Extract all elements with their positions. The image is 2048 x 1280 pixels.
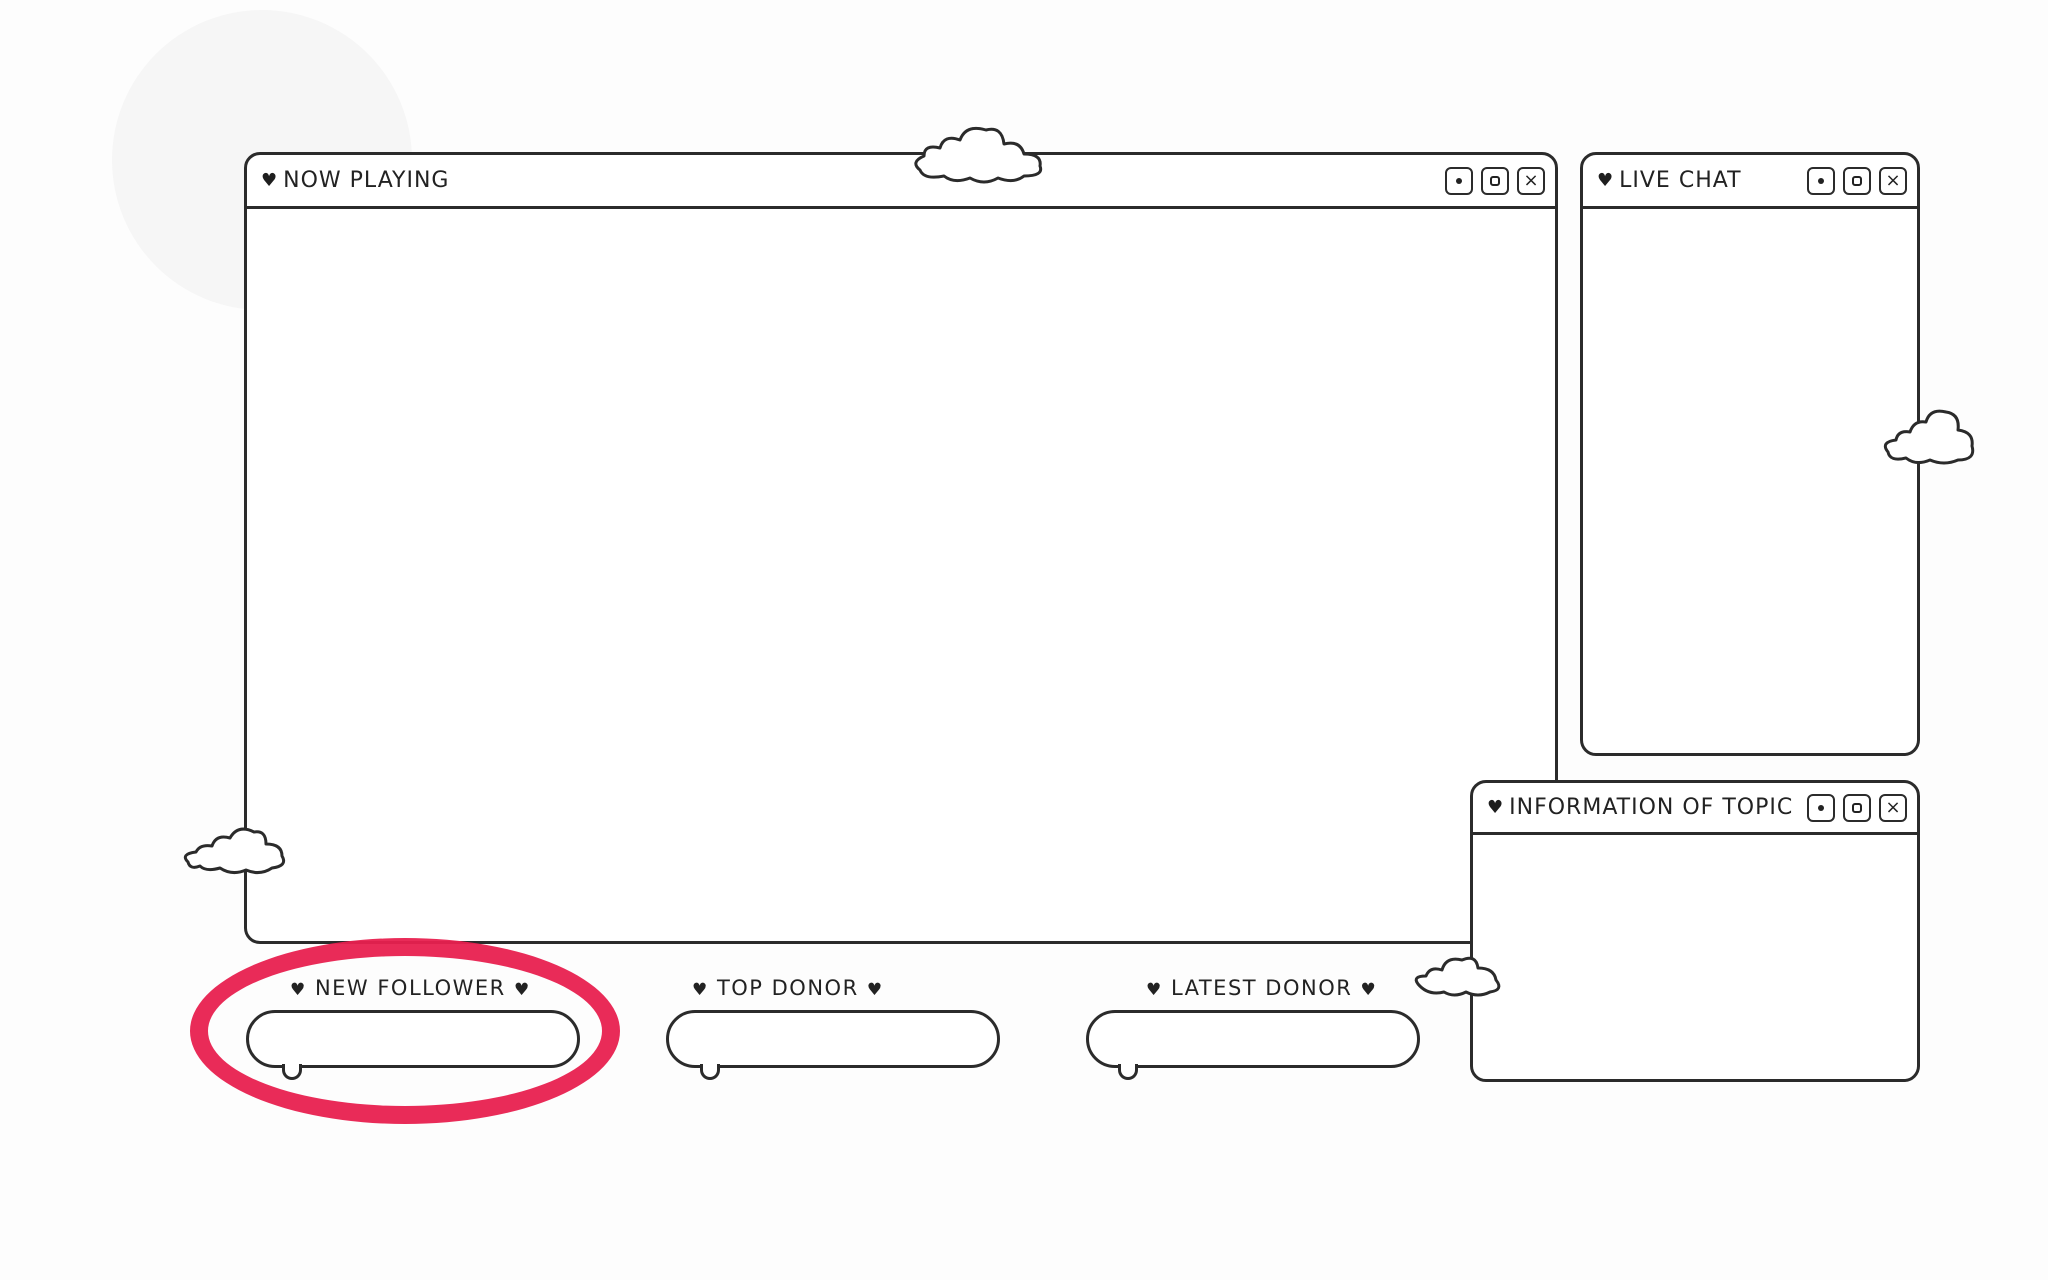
- top-donor-bubble[interactable]: [666, 1010, 1000, 1068]
- maximize-button[interactable]: [1843, 793, 1871, 822]
- information-titlebar[interactable]: ♥ INFORMATION OF TOPIC ×: [1473, 783, 1917, 835]
- close-button[interactable]: ×: [1879, 793, 1907, 822]
- latest-donor-label: ♥ LATEST DONOR ♥: [1146, 976, 1377, 1000]
- top-donor-text: TOP DONOR: [716, 976, 859, 1000]
- heart-icon: ♥: [1146, 980, 1163, 1000]
- live-chat-title: LIVE CHAT: [1619, 168, 1742, 193]
- top-donor-label: ♥ TOP DONOR ♥: [692, 976, 884, 1000]
- live-chat-controls: ×: [1807, 166, 1907, 195]
- heart-icon: ♥: [1360, 980, 1378, 1000]
- cloud-icon: [1883, 409, 1975, 465]
- latest-donor-text: LATEST DONOR: [1170, 976, 1353, 1000]
- now-playing-title: NOW PLAYING: [283, 168, 450, 193]
- now-playing-window: ♥ NOW PLAYING ×: [244, 152, 1558, 944]
- latest-donor-bubble[interactable]: [1086, 1010, 1420, 1068]
- highlight-circle: [190, 938, 620, 1124]
- maximize-icon: [1852, 175, 1862, 186]
- close-button[interactable]: ×: [1879, 166, 1907, 195]
- cloud-icon: [183, 827, 286, 875]
- information-title: INFORMATION OF TOPIC: [1509, 795, 1794, 820]
- cloud-icon: [1414, 956, 1501, 997]
- maximize-icon: [1852, 802, 1862, 813]
- minimize-icon: [1818, 804, 1824, 811]
- heart-icon: ♥: [866, 980, 884, 1000]
- maximize-button[interactable]: [1481, 166, 1509, 195]
- top-donor-bubble-tail: [700, 1064, 720, 1080]
- cloud-icon: [914, 126, 1043, 184]
- minimize-button[interactable]: [1445, 166, 1473, 195]
- minimize-icon: [1818, 177, 1824, 184]
- latest-donor-bubble-tail: [1118, 1064, 1138, 1080]
- information-controls: ×: [1807, 793, 1907, 822]
- maximize-icon: [1490, 175, 1500, 186]
- minimize-button[interactable]: [1807, 166, 1835, 195]
- close-icon: ×: [1523, 169, 1539, 191]
- minimize-button[interactable]: [1807, 793, 1835, 822]
- heart-icon: ♥: [1487, 797, 1504, 818]
- information-window: ♥ INFORMATION OF TOPIC ×: [1470, 780, 1920, 1082]
- now-playing-titlebar[interactable]: ♥ NOW PLAYING ×: [247, 155, 1555, 209]
- now-playing-controls: ×: [1445, 166, 1545, 195]
- live-chat-titlebar[interactable]: ♥ LIVE CHAT ×: [1583, 155, 1917, 209]
- close-icon: ×: [1885, 796, 1901, 818]
- heart-icon: ♥: [1597, 170, 1614, 191]
- heart-icon: ♥: [692, 980, 709, 1000]
- live-chat-window: ♥ LIVE CHAT ×: [1580, 152, 1920, 756]
- minimize-icon: [1456, 177, 1462, 184]
- heart-icon: ♥: [261, 170, 278, 191]
- close-button[interactable]: ×: [1517, 166, 1545, 195]
- close-icon: ×: [1885, 169, 1901, 191]
- maximize-button[interactable]: [1843, 166, 1871, 195]
